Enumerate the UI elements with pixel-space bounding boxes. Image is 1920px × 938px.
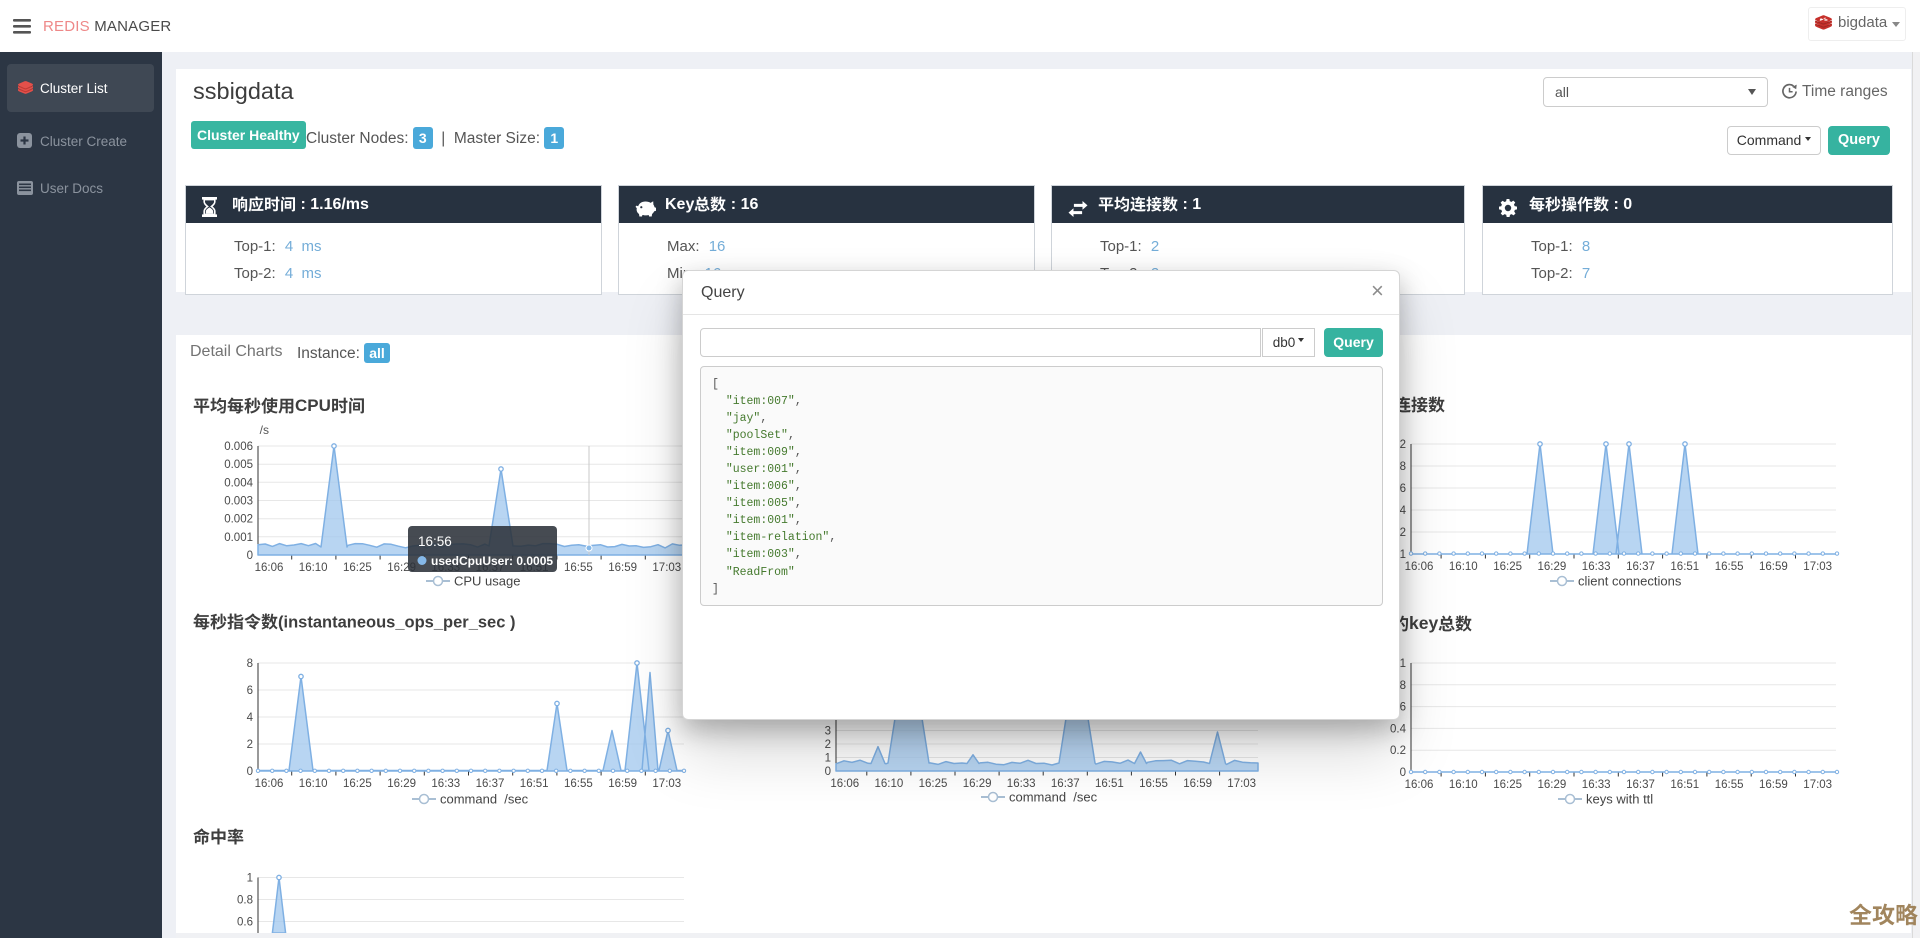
svg-text:17:03: 17:03 xyxy=(1227,778,1256,790)
svg-text:17:03: 17:03 xyxy=(1803,561,1832,573)
svg-text:16:29: 16:29 xyxy=(387,778,416,790)
svg-text:16:06: 16:06 xyxy=(255,778,284,790)
svg-text:16:37: 16:37 xyxy=(1051,778,1080,790)
svg-text:16:29: 16:29 xyxy=(1538,779,1567,791)
svg-text:16:55: 16:55 xyxy=(564,562,593,574)
svg-text:1: 1 xyxy=(247,873,253,885)
svg-text:16:59: 16:59 xyxy=(608,562,637,574)
svg-text:command /sec: command /sec xyxy=(440,792,529,807)
svg-text:CPU usage: CPU usage xyxy=(454,574,520,589)
svg-text:16:25: 16:25 xyxy=(1493,561,1522,573)
svg-text:16:37: 16:37 xyxy=(1626,779,1655,791)
svg-text:16:55: 16:55 xyxy=(1715,561,1744,573)
svg-text:16:06: 16:06 xyxy=(1405,779,1434,791)
svg-text:16:10: 16:10 xyxy=(299,778,328,790)
svg-text:0: 0 xyxy=(1400,767,1406,779)
svg-text:0.4: 0.4 xyxy=(1390,723,1407,735)
svg-text:1: 1 xyxy=(1400,658,1406,670)
svg-text:16:56: 16:56 xyxy=(418,534,452,549)
svg-text:17:03: 17:03 xyxy=(1803,779,1832,791)
svg-text:0: 0 xyxy=(825,766,831,778)
svg-text:keys with ttl: keys with ttl xyxy=(1586,792,1653,807)
svg-text:usedCpuUser: 0.0005: usedCpuUser: 0.0005 xyxy=(431,554,553,568)
svg-text:16:55: 16:55 xyxy=(1715,779,1744,791)
svg-text:0: 0 xyxy=(247,766,253,778)
svg-text:0.2: 0.2 xyxy=(1390,745,1406,757)
svg-text:16:51: 16:51 xyxy=(1670,561,1699,573)
svg-text:2: 2 xyxy=(247,739,253,751)
svg-text:16:25: 16:25 xyxy=(919,778,948,790)
svg-text:4: 4 xyxy=(247,712,254,724)
svg-text:16:10: 16:10 xyxy=(1449,561,1478,573)
svg-text:0: 0 xyxy=(247,550,253,562)
svg-text:16:51: 16:51 xyxy=(1670,779,1699,791)
svg-text:8: 8 xyxy=(247,658,253,670)
svg-text:0.004: 0.004 xyxy=(224,477,253,489)
svg-text:command /sec: command /sec xyxy=(1009,790,1098,805)
svg-text:16:06: 16:06 xyxy=(1405,561,1434,573)
svg-text:1: 1 xyxy=(825,753,831,765)
svg-text:16:51: 16:51 xyxy=(1095,778,1124,790)
svg-text:16:51: 16:51 xyxy=(520,778,549,790)
svg-text:16:33: 16:33 xyxy=(431,778,460,790)
svg-text:16:29: 16:29 xyxy=(963,778,992,790)
svg-text:16:10: 16:10 xyxy=(299,562,328,574)
svg-text:16:10: 16:10 xyxy=(875,778,904,790)
svg-text:16:59: 16:59 xyxy=(1759,779,1788,791)
svg-text:2: 2 xyxy=(825,739,831,751)
svg-text:16:37: 16:37 xyxy=(1626,561,1655,573)
svg-text:1: 1 xyxy=(1400,549,1406,561)
svg-text:16:06: 16:06 xyxy=(255,562,284,574)
svg-text:17:03: 17:03 xyxy=(652,778,681,790)
svg-text:0.002: 0.002 xyxy=(224,514,253,526)
svg-text:0.006: 0.006 xyxy=(224,441,253,453)
svg-text:16:55: 16:55 xyxy=(1139,778,1168,790)
svg-text:16:37: 16:37 xyxy=(476,778,505,790)
svg-text:16:10: 16:10 xyxy=(1449,779,1478,791)
svg-text:16:59: 16:59 xyxy=(1759,561,1788,573)
svg-text:16:33: 16:33 xyxy=(1007,778,1036,790)
svg-text:16:25: 16:25 xyxy=(343,778,372,790)
svg-text:16:33: 16:33 xyxy=(1582,779,1611,791)
svg-text:16:59: 16:59 xyxy=(608,778,637,790)
svg-text:0.6: 0.6 xyxy=(237,917,253,929)
svg-text:16:55: 16:55 xyxy=(564,778,593,790)
svg-text:client connections: client connections xyxy=(1578,574,1682,589)
svg-text:2: 2 xyxy=(1400,439,1406,451)
svg-text:/s: /s xyxy=(260,423,269,437)
svg-text:3: 3 xyxy=(825,726,831,738)
svg-text:0.8: 0.8 xyxy=(237,895,253,907)
svg-text:16:25: 16:25 xyxy=(343,562,372,574)
svg-text:16:29: 16:29 xyxy=(1538,561,1567,573)
svg-text:16:06: 16:06 xyxy=(830,778,859,790)
svg-text:16:59: 16:59 xyxy=(1183,778,1212,790)
svg-text:0.001: 0.001 xyxy=(224,532,253,544)
svg-text:16:33: 16:33 xyxy=(1582,561,1611,573)
svg-text:16:25: 16:25 xyxy=(1493,779,1522,791)
svg-text:17:03: 17:03 xyxy=(652,562,681,574)
svg-text:0.003: 0.003 xyxy=(224,496,253,508)
svg-text:0.005: 0.005 xyxy=(224,459,253,471)
svg-text:6: 6 xyxy=(247,685,253,697)
